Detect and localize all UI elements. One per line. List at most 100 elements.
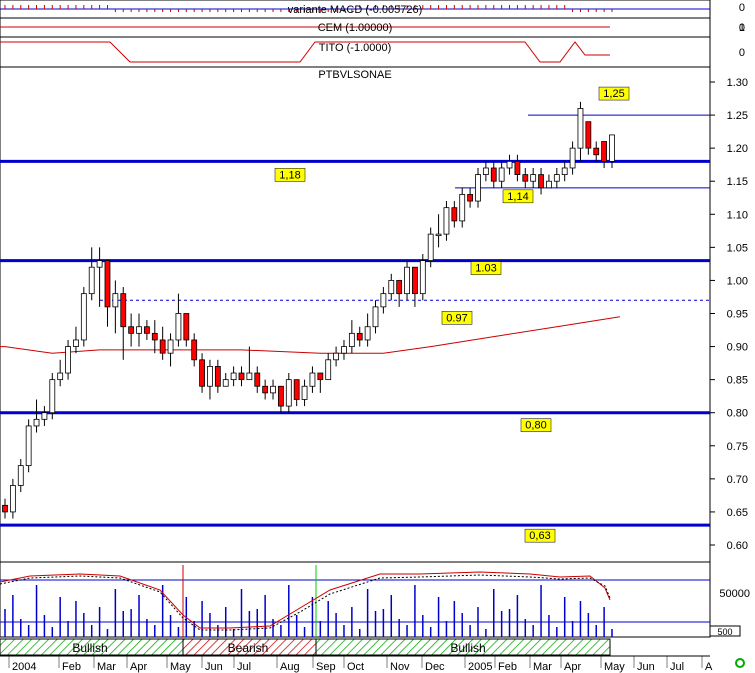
candle-up [309,372,316,387]
candle-down [451,207,458,222]
candle-up [459,194,466,222]
x-tick-label: Apr [564,661,581,673]
candle-down [412,266,418,295]
candle-up [33,418,40,427]
x-tick-label: May [170,661,191,673]
candle-down [128,326,135,334]
y-tick-label: 0.95 [727,309,748,321]
level-label: 1,18 [279,169,300,181]
candle-down [183,313,190,341]
level-label: 1.03 [475,263,496,275]
candle-down [585,121,592,149]
candle-up [9,485,16,513]
y-tick-label: 0.80 [727,408,748,420]
candle-down [159,339,166,354]
candle-up [553,174,560,182]
candle-down [522,174,529,182]
candle-up [73,339,79,347]
level-label: 0,80 [525,420,546,432]
x-tick-label: Jun [637,661,655,673]
candle-down [396,280,403,295]
candle-down [601,141,608,162]
candle-up [380,293,387,308]
x-tick-label: Feb [498,661,517,673]
y-tick-label: 1.25 [727,110,748,122]
candle-down [538,174,544,189]
y-tick-label: 1.20 [727,143,748,155]
x-tick-label: Sep [316,661,336,673]
candle-up [301,385,308,400]
candle-down [514,160,521,176]
candle-down [490,167,497,182]
y-tick-label: 1.05 [727,242,748,254]
candle-up [341,346,347,354]
candle-up [222,379,229,387]
candles [2,101,615,519]
y-tick-label: 0.70 [727,474,748,486]
trend-label-3: Bullish [450,641,485,655]
x-tick-label: Dec [425,661,445,673]
candle-down [278,385,284,407]
candle-up [333,352,339,361]
candle-down [104,260,111,308]
candle-up [207,366,213,387]
x-tick-label: Oct [347,661,364,673]
y-tick-label: 1.00 [727,275,748,287]
candle-up [96,260,103,268]
x-tick-label: Feb [62,661,81,673]
candle-up [364,326,371,341]
tito-axis: 0 [739,47,745,59]
y-axis: 0.60 0.65 0.70 0.75 0.80 0.85 0.90 0.95 1.00 1.05… [710,77,748,552]
candle-up [404,266,410,295]
x-tick-label: Mar [533,661,552,673]
candle-down [143,326,150,334]
candle-down [120,293,127,328]
x-axis: 2004 Feb Mar Apr May Jun Jul Aug Sep Oct Nov Dec 200… [8,656,713,673]
candle-up [57,372,64,381]
candle-up [388,280,395,295]
candle-up [561,167,568,176]
y-tick-label: 1.30 [727,77,748,89]
candle-up [112,293,119,308]
candle-up [17,465,24,486]
macd-axis-top: 0 [739,2,745,14]
tito-title: TITO (-1.0000) [319,42,392,54]
x-tick-label: Jul [237,661,251,673]
candle-up [506,160,513,169]
chart-canvas: variante MACD (-0.005726) 0 0 CEM (1.000… [0,0,750,673]
candle-down [238,372,245,381]
volume-bars [4,585,613,637]
candle-down [467,194,474,202]
moving-average [0,316,620,354]
candle-down [254,372,261,387]
candle-up [530,174,537,182]
candle-up [498,167,505,182]
candle-up [80,293,87,341]
y-tick-label: 1.15 [727,176,748,188]
candle-up [41,412,48,420]
level-label: 0.97 [446,312,467,324]
x-tick-label: 2005 [468,661,492,673]
candle-up [546,180,552,189]
candle-up [285,379,292,407]
candle-up [246,372,253,381]
candle-down [593,147,600,156]
y-tick-label: 0.85 [727,375,748,387]
macd-title: variante MACD (-0.005726) [288,4,423,16]
status-circle-icon[interactable] [735,658,745,668]
candle-down [191,339,198,361]
candle-up [136,326,142,334]
candle-up [65,346,71,374]
x-tick-label: 2004 [12,661,36,673]
candle-down [317,372,324,381]
moving-average-line [0,316,620,354]
x-tick-label: A [705,661,713,673]
candle-up [372,306,379,328]
candle-up [348,332,355,347]
trend-label-2: Bearish [228,641,269,655]
candle-up [482,167,489,176]
cem-axis: 1 [739,22,745,34]
y-tick-label: 0.75 [727,441,748,453]
candle-up [609,134,615,162]
x-tick-label: Mar [97,661,116,673]
